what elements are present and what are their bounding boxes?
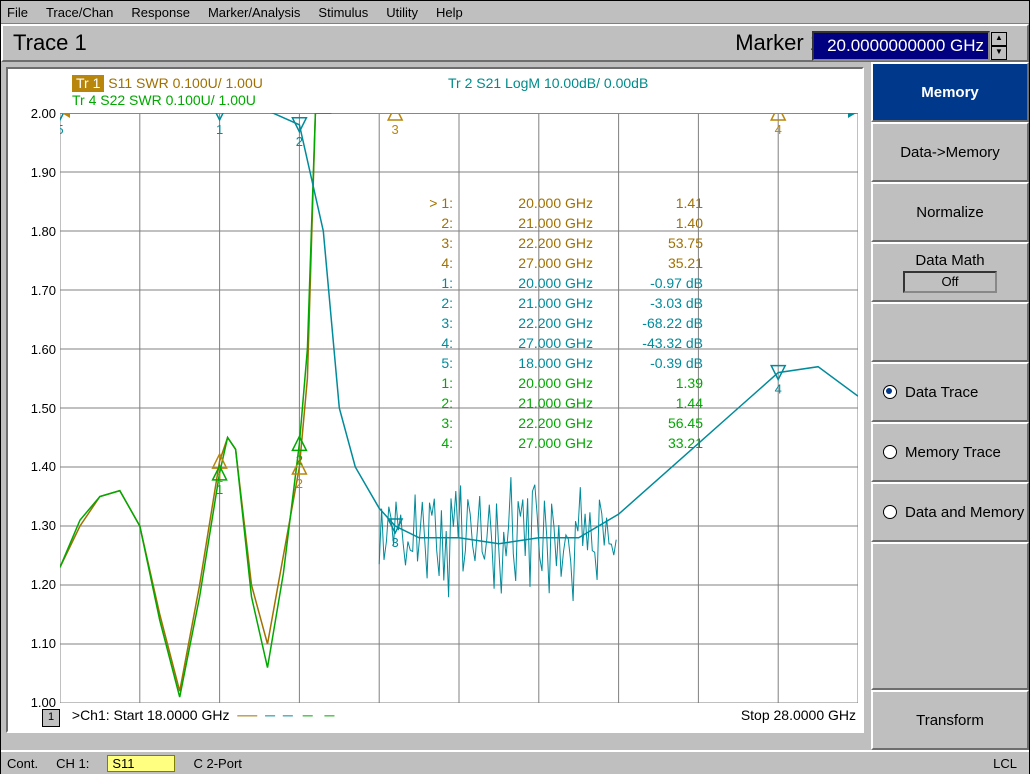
app-window: File Trace/Chan Response Marker/Analysis… (0, 0, 1030, 774)
plot-column: Tr 1 S11 SWR 0.100U/ 1.00U Tr 4 S22 SWR … (1, 62, 871, 750)
svg-text:2: 2 (296, 134, 303, 149)
plot-frame: Tr 1 S11 SWR 0.100U/ 1.00U Tr 4 S22 SWR … (6, 67, 864, 733)
tr4-legend: Tr 4 S22 SWR 0.100U/ 1.00U (72, 92, 263, 109)
y-tick: 2.00 (16, 106, 56, 121)
y-tick: 1.30 (16, 518, 56, 533)
y-tick: 1.20 (16, 577, 56, 592)
marker-readout-row: 2:21.000 GHz1.44 (413, 393, 703, 413)
status-s11[interactable]: S11 (107, 755, 175, 772)
softkey-data-trace[interactable]: Data Trace (871, 362, 1029, 422)
marker-readout-row: 1:20.000 GHz1.39 (413, 373, 703, 393)
y-tick: 1.40 (16, 459, 56, 474)
stop-freq-label: Stop 28.0000 GHz (741, 707, 856, 723)
marker-readout-row: 5:18.000 GHz-0.39 dB (413, 353, 703, 373)
y-tick: 1.90 (16, 165, 56, 180)
marker-readout-row: 3:22.200 GHz56.45 (413, 413, 703, 433)
radio-off-icon (883, 445, 897, 459)
softkey-transform[interactable]: Transform (871, 690, 1029, 750)
spin-up-icon[interactable]: ▲ (991, 32, 1007, 46)
status-port: C 2-Port (193, 756, 241, 771)
marker-value-field: ▲ ▼ (812, 31, 1007, 61)
svg-text:4: 4 (775, 382, 782, 397)
marker-readout-row: 2:21.000 GHz-3.03 dB (413, 293, 703, 313)
status-ch: CH 1: (56, 756, 89, 771)
y-tick: 1.50 (16, 401, 56, 416)
marker-readout-row: 4:27.000 GHz35.21 (413, 253, 703, 273)
start-freq-label: >Ch1: Start 18.0000 GHz (72, 707, 230, 723)
svg-text:3: 3 (392, 535, 399, 550)
marker-readout-row: 3:22.200 GHz-68.22 dB (413, 313, 703, 333)
softkey-column: Memory Data->Memory Normalize Data Math … (871, 62, 1029, 750)
trace-title: Trace 1 (13, 30, 87, 56)
status-lcl: LCL (993, 756, 1017, 771)
softkey-memory[interactable]: Memory (871, 62, 1029, 122)
trace-legend-left: Tr 1 S11 SWR 0.100U/ 1.00U Tr 4 S22 SWR … (72, 75, 263, 109)
tr1-active-badge: Tr 1 (72, 75, 104, 92)
marker-readout-row: 4:27.000 GHz-43.32 dB (413, 333, 703, 353)
y-tick: 1.70 (16, 283, 56, 298)
menu-marker-analysis[interactable]: Marker/Analysis (208, 5, 300, 20)
data-math-value: Off (903, 271, 997, 293)
softkey-normalize[interactable]: Normalize (871, 182, 1029, 242)
marker-readout-row: 4:27.000 GHz33.21 (413, 433, 703, 453)
marker-spin: ▲ ▼ (991, 32, 1007, 60)
menu-stimulus[interactable]: Stimulus (318, 5, 368, 20)
legend-line-green-icon: ─ ─ (303, 707, 339, 723)
marker-readout-row: 1:20.000 GHz-0.97 dB (413, 273, 703, 293)
marker-readout-row: 2:21.000 GHz1.40 (413, 213, 703, 233)
menu-response[interactable]: Response (131, 5, 190, 20)
menu-trace-chan[interactable]: Trace/Chan (46, 5, 113, 20)
softkey-data-and-memory[interactable]: Data and Memory (871, 482, 1029, 542)
status-bar: Cont. CH 1: S11 C 2-Port LCL (1, 750, 1029, 774)
legend-line-teal-icon: ─ ─ (265, 707, 295, 723)
marker-readout-row: > 1:20.000 GHz1.41 (413, 193, 703, 213)
svg-text:5: 5 (60, 122, 64, 137)
svg-text:2: 2 (296, 476, 303, 491)
tr2-legend: Tr 2 S21 LogM 10.00dB/ 0.00dB (448, 75, 648, 91)
svg-text:2: 2 (296, 452, 303, 467)
status-cont: Cont. (7, 756, 38, 771)
radio-on-icon (883, 385, 897, 399)
softkey-empty-1 (871, 302, 1029, 362)
menu-utility[interactable]: Utility (386, 5, 418, 20)
menu-file[interactable]: File (7, 5, 28, 20)
softkey-memory-trace[interactable]: Memory Trace (871, 422, 1029, 482)
y-tick: 1.60 (16, 342, 56, 357)
tr1-legend: S11 SWR 0.100U/ 1.00U (108, 75, 263, 91)
radio-off-icon (883, 505, 897, 519)
channel-badge[interactable]: 1 (42, 709, 60, 727)
menu-help[interactable]: Help (436, 5, 463, 20)
main-row: Tr 1 S11 SWR 0.100U/ 1.00U Tr 4 S22 SWR … (1, 62, 1029, 750)
marker-value-input[interactable] (812, 31, 990, 61)
softkey-empty-2 (871, 542, 1029, 690)
svg-text:4: 4 (775, 122, 782, 137)
header-strip: Trace 1 Marker 1 ▲ ▼ (1, 24, 1029, 62)
svg-text:3: 3 (392, 122, 399, 137)
x-axis-info: 1 >Ch1: Start 18.0000 GHz ── ─ ─ ─ ─ Sto… (42, 707, 856, 727)
svg-text:1: 1 (216, 482, 223, 497)
svg-text:1: 1 (216, 122, 223, 137)
y-tick: 1.80 (16, 224, 56, 239)
marker-readout-table: > 1:20.000 GHz1.412:21.000 GHz1.403:22.2… (413, 193, 703, 453)
menu-bar: File Trace/Chan Response Marker/Analysis… (1, 1, 1029, 24)
active-marker-label: Marker 1 (735, 30, 822, 56)
softkey-data-to-memory[interactable]: Data->Memory (871, 122, 1029, 182)
y-tick: 1.10 (16, 636, 56, 651)
marker-readout-row: 3:22.200 GHz53.75 (413, 233, 703, 253)
spin-down-icon[interactable]: ▼ (991, 46, 1007, 60)
softkey-data-math[interactable]: Data Math Off (871, 242, 1029, 302)
legend-line-gold-icon: ── (237, 707, 257, 723)
